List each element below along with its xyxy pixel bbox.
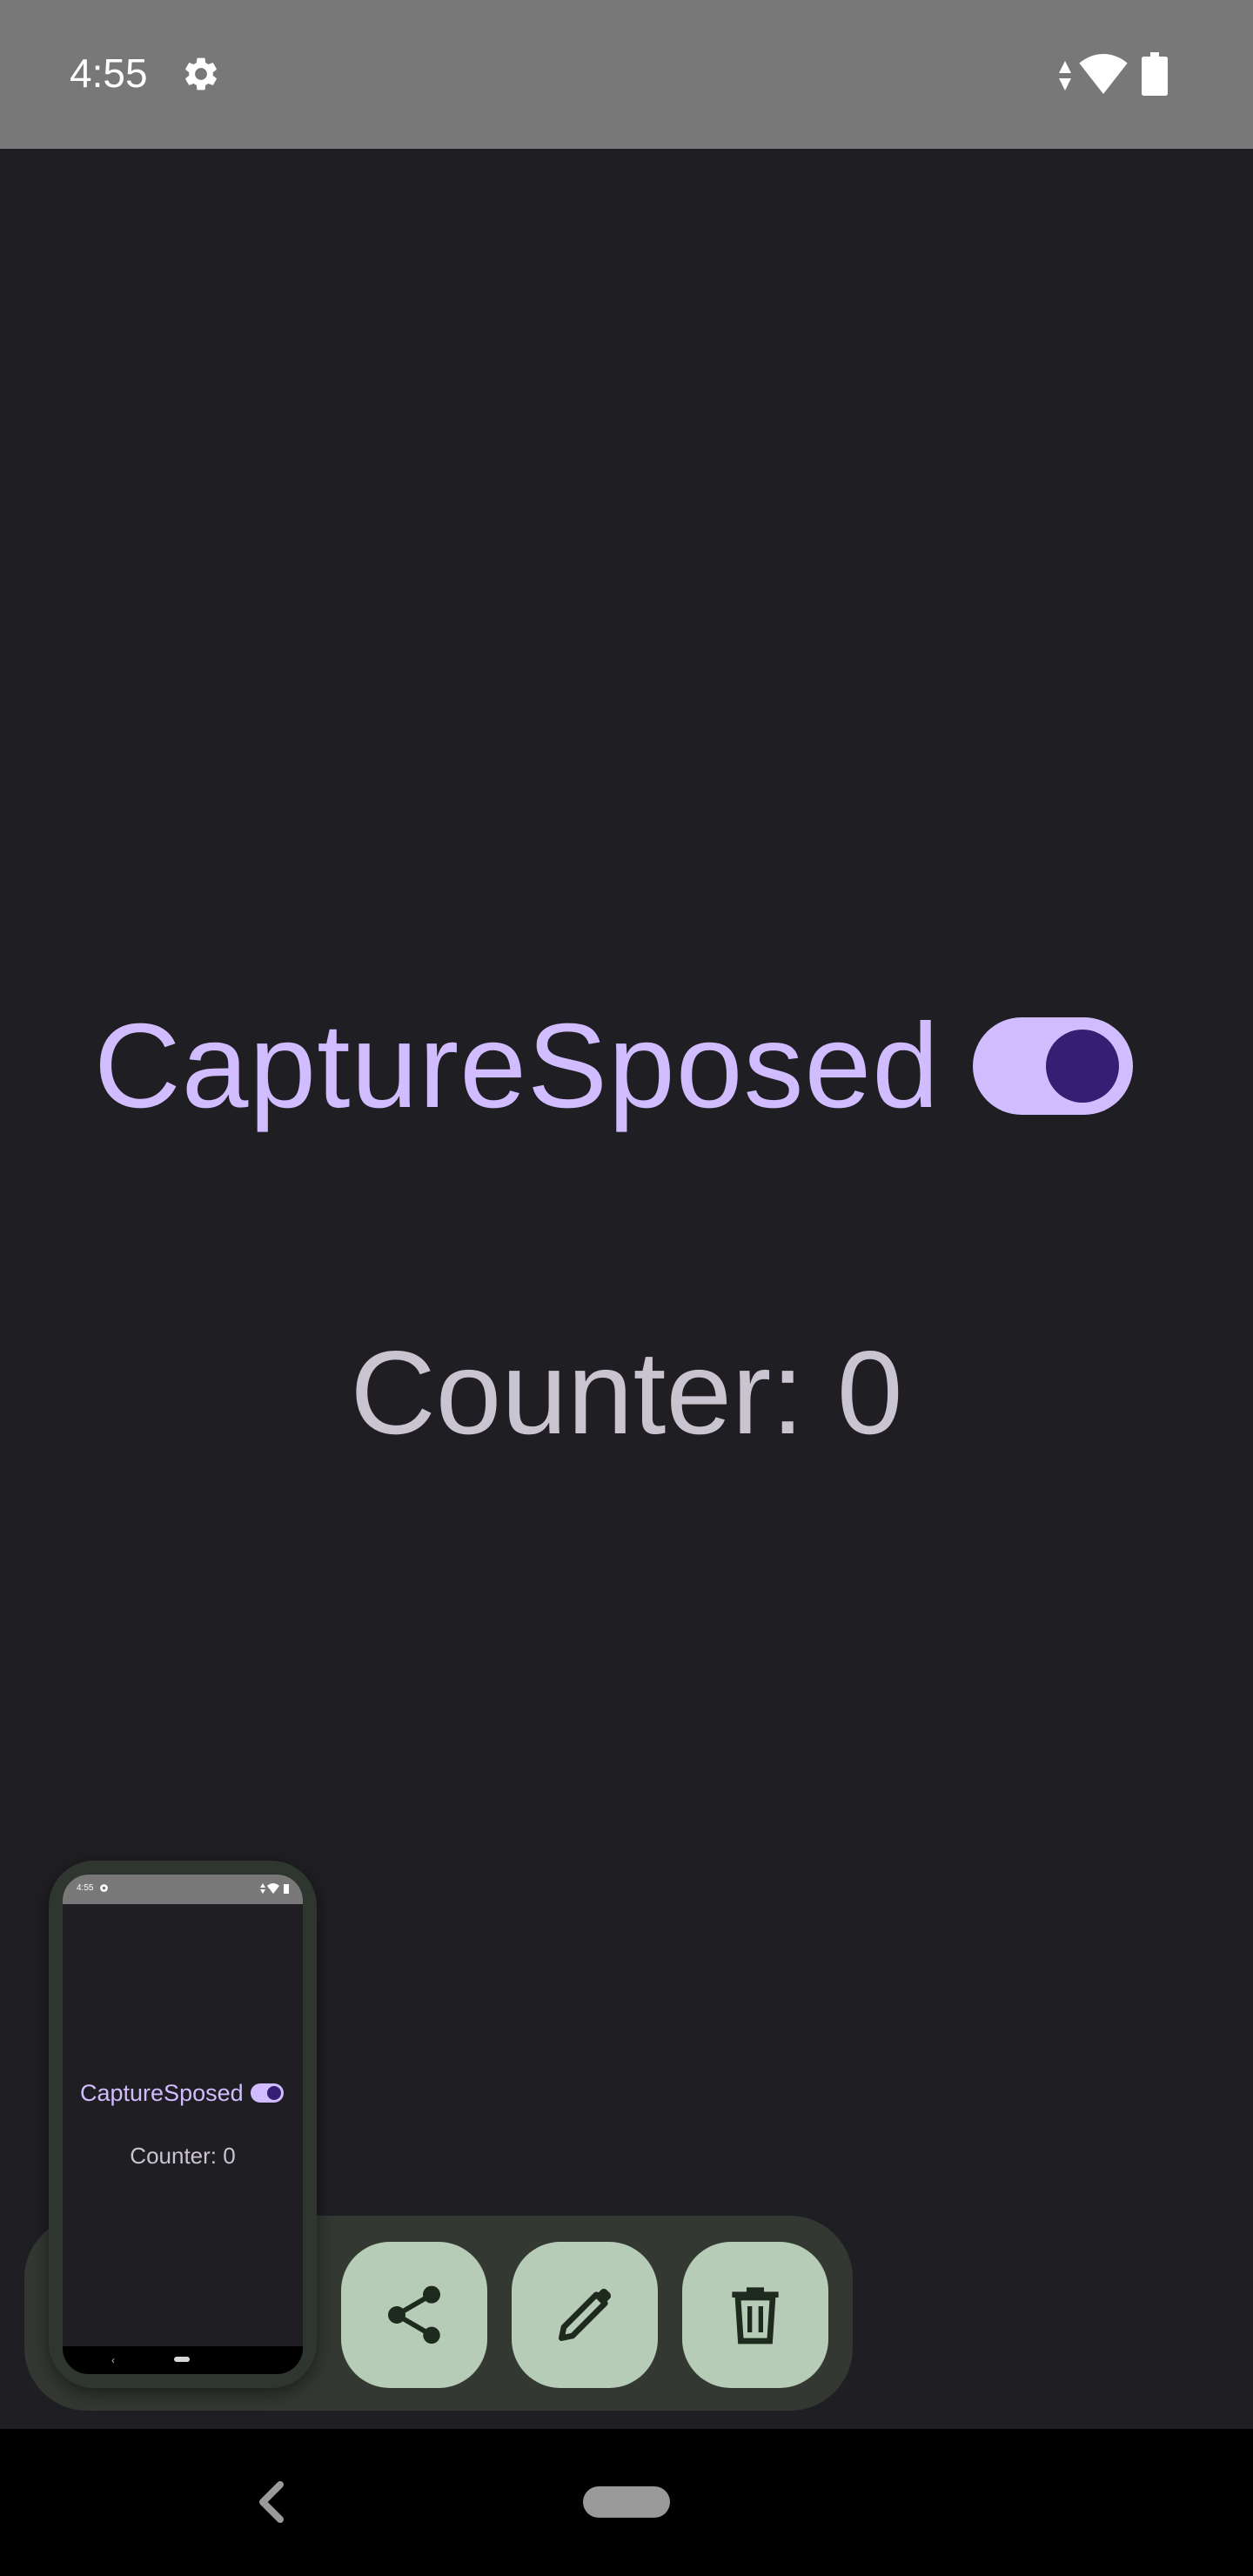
wifi-icon	[1079, 54, 1128, 94]
battery-icon	[1142, 52, 1168, 96]
preview-counter: Counter: 0	[130, 2143, 236, 2169]
preview-gear-icon	[100, 1884, 108, 1892]
preview-toggle	[251, 2083, 284, 2103]
data-arrows-icon	[1059, 61, 1071, 91]
share-button[interactable]	[341, 2242, 487, 2388]
preview-title: CaptureSposed	[80, 2080, 244, 2106]
preview-home-pill	[174, 2357, 190, 2362]
preview-screen: 4:55 CaptureSposed Counter: 0 ‹	[63, 1875, 303, 2374]
preview-status-bar: 4:55	[63, 1875, 303, 1904]
toggle-thumb	[1046, 1030, 1119, 1103]
counter-text: Counter: 0	[350, 1326, 903, 1459]
screenshot-preview[interactable]: 4:55 CaptureSposed Counter: 0 ‹	[49, 1861, 317, 2388]
edit-icon	[559, 2288, 612, 2341]
home-pill[interactable]	[583, 2486, 670, 2518]
share-icon	[387, 2285, 441, 2345]
gear-icon	[185, 57, 217, 91]
preview-back-icon: ‹	[111, 2354, 115, 2366]
edit-button[interactable]	[512, 2242, 658, 2388]
preview-time: 4:55	[77, 1883, 94, 1893]
capture-toggle[interactable]	[973, 1017, 1133, 1115]
preview-toggle-thumb	[267, 2086, 281, 2100]
app-title: CaptureSposed	[94, 999, 940, 1133]
delete-button[interactable]	[682, 2242, 828, 2388]
status-time: 4:55	[70, 50, 148, 96]
status-bar: 4:55	[0, 0, 1253, 149]
navigation-bar	[0, 2429, 1253, 2576]
back-icon[interactable]	[252, 2478, 291, 2526]
title-row: CaptureSposed	[0, 996, 1253, 1136]
preview-nav-bar: ‹	[63, 2346, 303, 2374]
delete-icon	[732, 2287, 779, 2345]
preview-status-icons	[260, 1883, 289, 1894]
